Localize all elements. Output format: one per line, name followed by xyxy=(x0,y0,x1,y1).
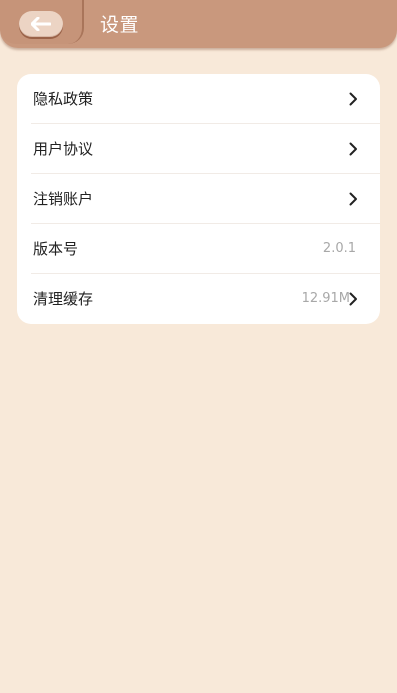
chevron-right-icon xyxy=(349,92,357,106)
top-bar: 设置 xyxy=(0,0,397,48)
chevron-right-icon xyxy=(349,292,357,306)
settings-item-delete-account[interactable]: 注销账户 xyxy=(31,174,380,224)
version-value: 2.0.1 xyxy=(322,241,356,256)
settings-item-clear-cache[interactable]: 清理缓存 12.91M xyxy=(31,274,380,324)
cache-size-value: 12.91M xyxy=(301,291,350,306)
settings-item-version: 版本号 2.0.1 xyxy=(31,224,380,274)
chevron-right-icon xyxy=(349,192,357,206)
settings-card: 隐私政策 用户协议 注销账户 版本号 2.0.1 清理缓存 12.91M xyxy=(17,74,380,324)
settings-item-privacy-policy[interactable]: 隐私政策 xyxy=(31,74,380,124)
settings-item-label: 注销账户 xyxy=(33,190,94,208)
back-arrow-icon xyxy=(31,17,51,31)
chevron-right-icon xyxy=(349,142,357,156)
settings-item-label: 版本号 xyxy=(33,240,79,258)
settings-item-user-agreement[interactable]: 用户协议 xyxy=(31,124,380,174)
settings-item-label: 隐私政策 xyxy=(33,90,94,108)
settings-item-label: 清理缓存 xyxy=(33,290,94,308)
back-button[interactable] xyxy=(19,11,63,37)
back-button-container xyxy=(0,0,84,44)
settings-item-label: 用户协议 xyxy=(33,140,94,158)
page-title: 设置 xyxy=(100,14,140,36)
